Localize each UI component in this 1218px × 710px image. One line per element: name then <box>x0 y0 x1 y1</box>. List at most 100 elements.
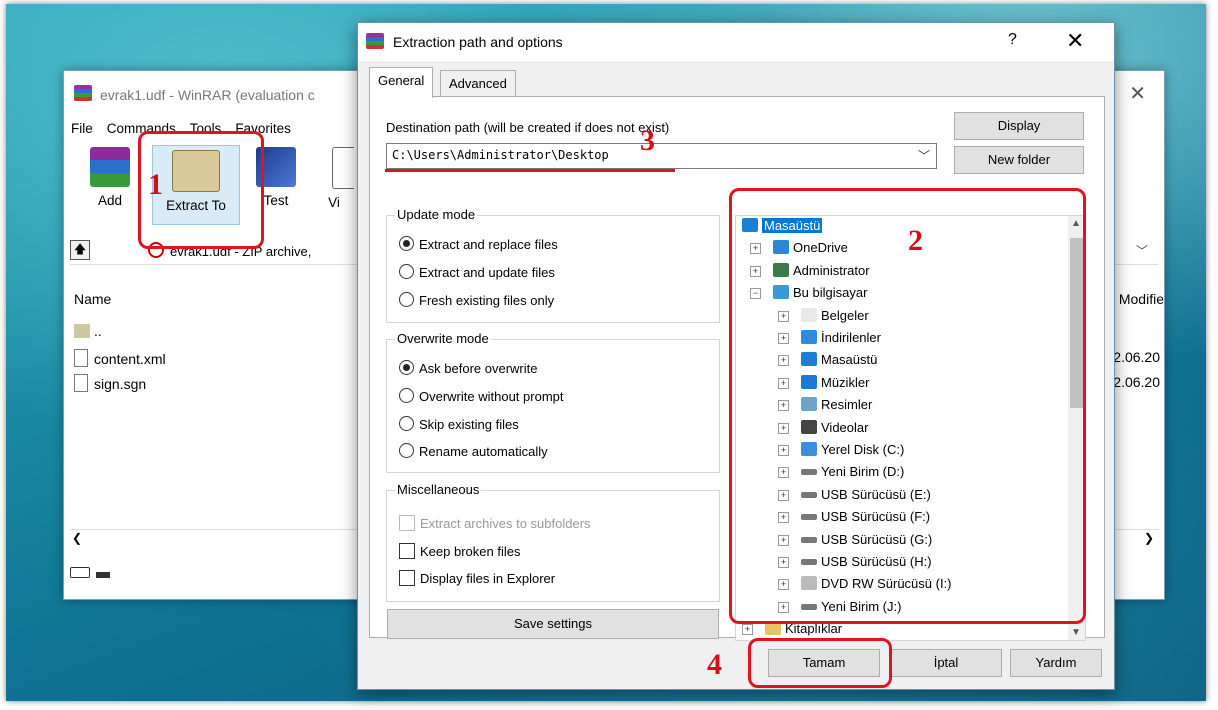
tree-item[interactable]: + İndirilenler <box>778 330 881 345</box>
menu-tools[interactable]: Tools <box>190 121 222 136</box>
add-button[interactable]: Add <box>80 147 140 208</box>
scrollbar-thumb[interactable] <box>1070 238 1083 408</box>
close-icon[interactable]: ✕ <box>1066 28 1084 54</box>
folder-tree[interactable]: ▲ ▼ Masaüstü + OneDrive + Administrator − Bu b… <box>735 215 1086 641</box>
save-settings-button[interactable]: Save settings <box>387 609 719 639</box>
file-row[interactable]: .. <box>74 323 102 339</box>
tree-item[interactable]: + DVD RW Sürücüsü (I:) <box>778 576 952 591</box>
checkbox-keep-broken-files[interactable]: Keep broken files <box>399 543 520 559</box>
tree-item[interactable]: + Yerel Disk (C:) <box>778 442 904 457</box>
usb-drive-icon <box>801 536 817 543</box>
tree-item[interactable]: + USB Sürücüsü (E:) <box>778 487 931 502</box>
collapse-icon[interactable]: − <box>750 288 761 300</box>
destination-path-combo[interactable]: C:\Users\Administrator\Desktop ﹀ <box>386 143 937 169</box>
tree-item-label: Yerel Disk (C:) <box>821 442 905 457</box>
radio-selected-icon <box>399 236 414 251</box>
column-name-header[interactable]: Name <box>74 291 111 307</box>
file-row[interactable]: sign.sgn <box>74 374 146 392</box>
expand-icon[interactable]: + <box>778 557 789 568</box>
file-date: 2.06.20 <box>1113 349 1160 365</box>
expand-icon[interactable]: + <box>778 601 789 613</box>
dialog-title: Extraction path and options <box>393 34 563 50</box>
expand-icon[interactable]: + <box>750 243 761 255</box>
expand-icon[interactable]: + <box>778 445 789 456</box>
radio-fresh-existing[interactable]: Fresh existing files only <box>399 292 554 308</box>
expand-icon[interactable]: + <box>778 333 789 344</box>
add-button-label: Add <box>97 193 123 208</box>
expand-icon[interactable]: + <box>750 265 761 277</box>
annotation-number-1: 1 <box>148 168 163 201</box>
cancel-button[interactable]: İptal <box>890 649 1002 677</box>
radio-extract-replace[interactable]: Extract and replace files <box>399 236 558 252</box>
tree-item[interactable]: + Videolar <box>778 419 868 435</box>
up-folder-icon[interactable]: 🡅 <box>70 240 90 260</box>
menu-file[interactable]: File <box>71 121 93 136</box>
tree-item[interactable]: + USB Sürücüsü (G:) <box>778 532 932 547</box>
usb-drive-icon <box>801 559 817 565</box>
expand-icon[interactable]: + <box>778 534 789 546</box>
radio-skip-existing[interactable]: Skip existing files <box>399 416 519 432</box>
tree-item[interactable]: + Resimler <box>778 397 872 412</box>
dialog-titlebar: Extraction path and options ? ✕ <box>358 23 1114 61</box>
scroll-right-icon[interactable]: ❯ <box>1144 531 1154 545</box>
help-icon[interactable]: ? <box>1008 31 1017 49</box>
tree-item[interactable]: + USB Sürücüsü (H:) <box>778 554 932 569</box>
update-mode-title: Update mode <box>395 207 478 222</box>
tree-item[interactable]: + Kitaplıklar <box>742 621 842 636</box>
chevron-down-icon[interactable]: ﹀ <box>918 147 930 164</box>
expand-icon[interactable]: + <box>778 579 789 591</box>
tree-item[interactable]: + Yeni Birim (J:) <box>778 599 901 614</box>
tree-item[interactable]: + USB Sürücüsü (F:) <box>778 509 930 524</box>
radio-label: Skip existing files <box>419 417 519 432</box>
tree-item-label: DVD RW Sürücüsü (I:) <box>821 576 952 592</box>
tree-item-label: Bu bilgisayar <box>793 285 868 301</box>
desktop-icon <box>801 352 817 367</box>
close-icon[interactable]: ✕ <box>1129 81 1146 106</box>
ok-button[interactable]: Tamam <box>768 649 880 677</box>
checkbox-display-in-explorer[interactable]: Display files in Explorer <box>399 570 555 586</box>
tree-item-label: USB Sürücüsü (F:) <box>821 509 931 525</box>
radio-overwrite-without-prompt[interactable]: Overwrite without prompt <box>399 388 564 404</box>
expand-icon[interactable]: + <box>778 377 789 389</box>
archive-path-text: evrak1.udf - ZIP archive, <box>170 244 312 259</box>
tree-item[interactable]: Masaüstü <box>742 218 823 233</box>
tree-item[interactable]: + Administrator <box>750 262 870 278</box>
extract-to-button[interactable]: Extract To <box>152 145 240 225</box>
tree-item[interactable]: + OneDrive <box>750 240 848 255</box>
tree-item-label: OneDrive <box>793 240 848 256</box>
tree-item[interactable]: + Masaüstü <box>778 352 877 367</box>
tree-item[interactable]: + Yeni Birim (D:) <box>778 464 904 479</box>
file-row[interactable]: content.xml <box>74 349 166 367</box>
tab-advanced[interactable]: Advanced <box>440 70 516 97</box>
expand-icon[interactable]: + <box>778 489 789 501</box>
tree-vertical-scrollbar[interactable]: ▲ ▼ <box>1068 216 1085 640</box>
radio-ask-before-overwrite[interactable]: Ask before overwrite <box>399 360 538 376</box>
display-button[interactable]: Display <box>954 112 1084 140</box>
expand-icon[interactable]: + <box>778 310 789 322</box>
expand-icon[interactable]: + <box>778 512 789 524</box>
tree-item[interactable]: − Bu bilgisayar <box>750 285 867 300</box>
file-name: .. <box>94 323 102 339</box>
chevron-down-icon[interactable]: ﹀ <box>1136 242 1148 259</box>
new-folder-button[interactable]: New folder <box>954 146 1084 174</box>
expand-icon[interactable]: + <box>778 422 789 434</box>
tree-item[interactable]: + Müzikler <box>778 374 869 390</box>
scroll-up-icon[interactable]: ▲ <box>1071 218 1081 229</box>
menu-commands[interactable]: Commands <box>107 121 176 136</box>
tab-general[interactable]: General <box>369 67 434 98</box>
expand-icon[interactable]: + <box>778 355 789 367</box>
radio-extract-update[interactable]: Extract and update files <box>399 264 555 280</box>
menu-favorites[interactable]: Favorites <box>235 121 291 136</box>
radio-rename-automatically[interactable]: Rename automatically <box>399 443 548 459</box>
help-button[interactable]: Yardım <box>1010 649 1102 677</box>
expand-icon[interactable]: + <box>778 400 789 412</box>
scroll-left-icon[interactable]: ❮ <box>72 531 82 545</box>
view-button[interactable]: Vi <box>314 147 354 210</box>
expand-icon[interactable]: + <box>778 467 789 479</box>
column-modified-header[interactable]: Modifie <box>1119 291 1164 307</box>
expand-icon[interactable]: + <box>742 624 753 636</box>
test-button[interactable]: Test <box>246 147 306 208</box>
zip-archive-icon <box>148 242 164 258</box>
tree-item[interactable]: + Belgeler <box>778 307 869 323</box>
scroll-down-icon[interactable]: ▼ <box>1071 627 1081 638</box>
